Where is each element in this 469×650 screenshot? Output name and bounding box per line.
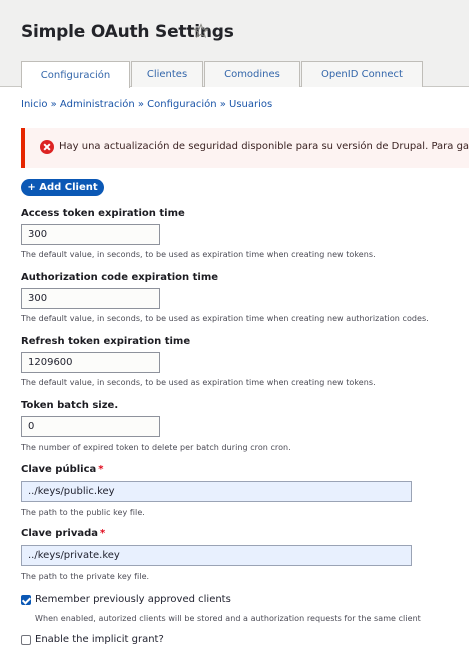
token-batch-label: Token batch size. — [21, 400, 119, 411]
remember-clients-description: When enabled, autorized clients will be … — [35, 614, 421, 623]
tab-openid-connect[interactable]: OpenID Connect — [301, 61, 423, 87]
tab-configuracion[interactable]: Configuración — [21, 61, 130, 88]
auth-code-input[interactable]: 300 — [21, 288, 160, 309]
public-key-description: The path to the public key file. — [21, 508, 145, 517]
star-icon[interactable] — [193, 23, 209, 39]
remember-clients-label[interactable]: Remember previously approved clients — [35, 594, 231, 605]
required-mark: * — [100, 528, 106, 539]
implicit-grant-label[interactable]: Enable the implicit grant? — [35, 634, 164, 645]
refresh-token-description: The default value, in seconds, to be use… — [21, 378, 376, 387]
auth-code-description: The default value, in seconds, to be use… — [21, 314, 429, 323]
public-key-label: Clave pública * — [21, 464, 104, 475]
alert-message: Hay una actualización de seguridad dispo… — [59, 141, 469, 152]
private-key-input[interactable]: ../keys/private.key — [21, 545, 412, 566]
refresh-token-label: Refresh token expiration time — [21, 336, 191, 347]
tabs: Configuración Clientes Comodines OpenID … — [21, 61, 424, 88]
private-key-label: Clave privada * — [21, 528, 105, 539]
access-token-description: The default value, in seconds, to be use… — [21, 250, 376, 259]
token-batch-input[interactable]: 0 — [21, 416, 160, 437]
token-batch-description: The number of expired token to delete pe… — [21, 443, 291, 452]
access-token-label: Access token expiration time — [21, 208, 185, 219]
error-icon — [40, 140, 54, 154]
private-key-description: The path to the private key file. — [21, 572, 150, 581]
remember-clients-checkbox[interactable] — [21, 595, 31, 605]
add-client-button[interactable]: + Add Client — [21, 179, 104, 196]
tab-comodines[interactable]: Comodines — [204, 61, 300, 87]
private-key-label-text: Clave privada — [21, 528, 98, 539]
security-alert: Hay una actualización de seguridad dispo… — [21, 128, 469, 168]
access-token-input[interactable]: 300 — [21, 224, 160, 245]
refresh-token-input[interactable]: 1209600 — [21, 352, 160, 373]
page-header: Simple OAuth Settings Configuración Clie… — [0, 0, 469, 88]
required-mark: * — [98, 464, 104, 475]
auth-code-label: Authorization code expiration time — [21, 272, 219, 283]
public-key-input[interactable]: ../keys/public.key — [21, 481, 412, 502]
tab-clientes[interactable]: Clientes — [131, 61, 203, 87]
public-key-label-text: Clave pública — [21, 464, 97, 475]
implicit-grant-checkbox[interactable] — [21, 635, 31, 645]
breadcrumb[interactable]: Inicio » Administración » Configuración … — [21, 99, 272, 110]
